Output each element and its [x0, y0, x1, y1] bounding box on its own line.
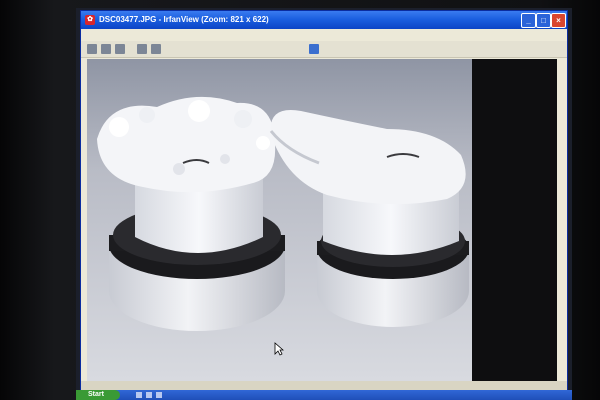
photo-display [87, 59, 557, 381]
close-button[interactable]: × [551, 13, 566, 28]
start-button[interactable]: Start [76, 390, 120, 400]
quicklaunch-icon[interactable] [136, 392, 142, 398]
irfanview-window: ✿ DSC03477.JPG - IrfanView (Zoom: 821 x … [80, 10, 568, 394]
maximize-button[interactable]: □ [536, 13, 551, 28]
open-icon[interactable] [87, 44, 97, 54]
quicklaunch-icon[interactable] [156, 392, 162, 398]
mouse-cursor-icon [274, 342, 284, 356]
irfanview-icon: ✿ [85, 15, 95, 25]
settings-icon[interactable] [309, 44, 319, 54]
taskbar: Start [76, 390, 572, 400]
print-icon[interactable] [115, 44, 125, 54]
image-viewport[interactable] [87, 59, 557, 381]
title-bar[interactable]: ✿ DSC03477.JPG - IrfanView (Zoom: 821 x … [81, 11, 567, 29]
menu-bar [81, 29, 567, 41]
minimize-button[interactable]: _ [521, 13, 536, 28]
toolbar [81, 41, 567, 58]
window-title: DSC03477.JPG - IrfanView (Zoom: 821 x 62… [99, 15, 269, 24]
quicklaunch-icon[interactable] [146, 392, 152, 398]
zoom-in-icon[interactable] [137, 44, 147, 54]
zoom-out-icon[interactable] [151, 44, 161, 54]
save-icon[interactable] [101, 44, 111, 54]
photo-dark-edge [472, 59, 557, 381]
